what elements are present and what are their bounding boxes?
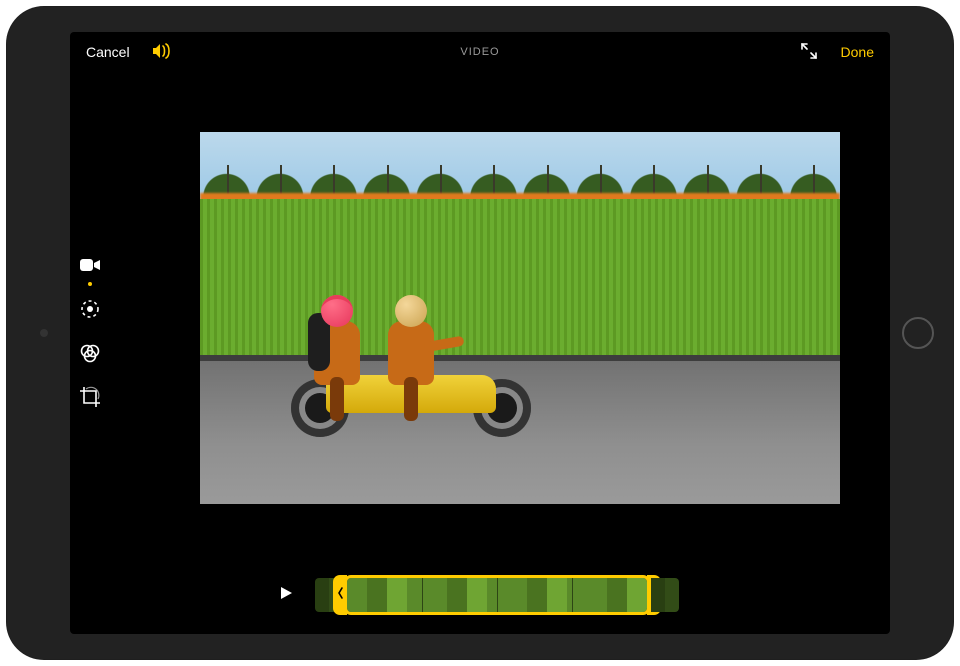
adjust-icon [79, 298, 101, 325]
app-screen: Cancel VIDEO [70, 32, 890, 634]
filters-icon [79, 342, 101, 369]
tool-rail [76, 253, 104, 413]
play-button[interactable] [273, 582, 299, 608]
chevron-right-icon [651, 586, 658, 605]
done-button[interactable]: Done [835, 40, 880, 64]
rider-driver [388, 321, 448, 385]
tool-video[interactable] [76, 253, 104, 281]
preview-subject-motorbike [296, 267, 526, 437]
timeline-track[interactable] [347, 578, 647, 612]
fullscreen-icon [801, 46, 817, 62]
cancel-button[interactable]: Cancel [80, 40, 136, 64]
chevron-left-icon [337, 586, 344, 605]
timeline [70, 578, 890, 612]
rider-passenger [314, 321, 374, 385]
tool-filters[interactable] [76, 341, 104, 369]
crop-icon [79, 386, 101, 413]
editor-topbar: Cancel VIDEO [70, 32, 890, 72]
mode-title: VIDEO [70, 46, 890, 58]
front-camera [40, 329, 48, 337]
video-preview[interactable] [200, 132, 840, 504]
tool-adjust[interactable] [76, 297, 104, 325]
trim-handle-end[interactable] [647, 575, 661, 615]
volume-button[interactable] [152, 43, 174, 62]
volume-icon [152, 43, 174, 62]
trim-handle-start[interactable] [333, 575, 347, 615]
fullscreen-button[interactable] [801, 43, 817, 62]
play-icon [279, 586, 293, 605]
video-icon [79, 257, 101, 278]
tool-crop[interactable] [76, 385, 104, 413]
home-button[interactable] [902, 317, 934, 349]
device-frame: Cancel VIDEO [6, 6, 954, 660]
